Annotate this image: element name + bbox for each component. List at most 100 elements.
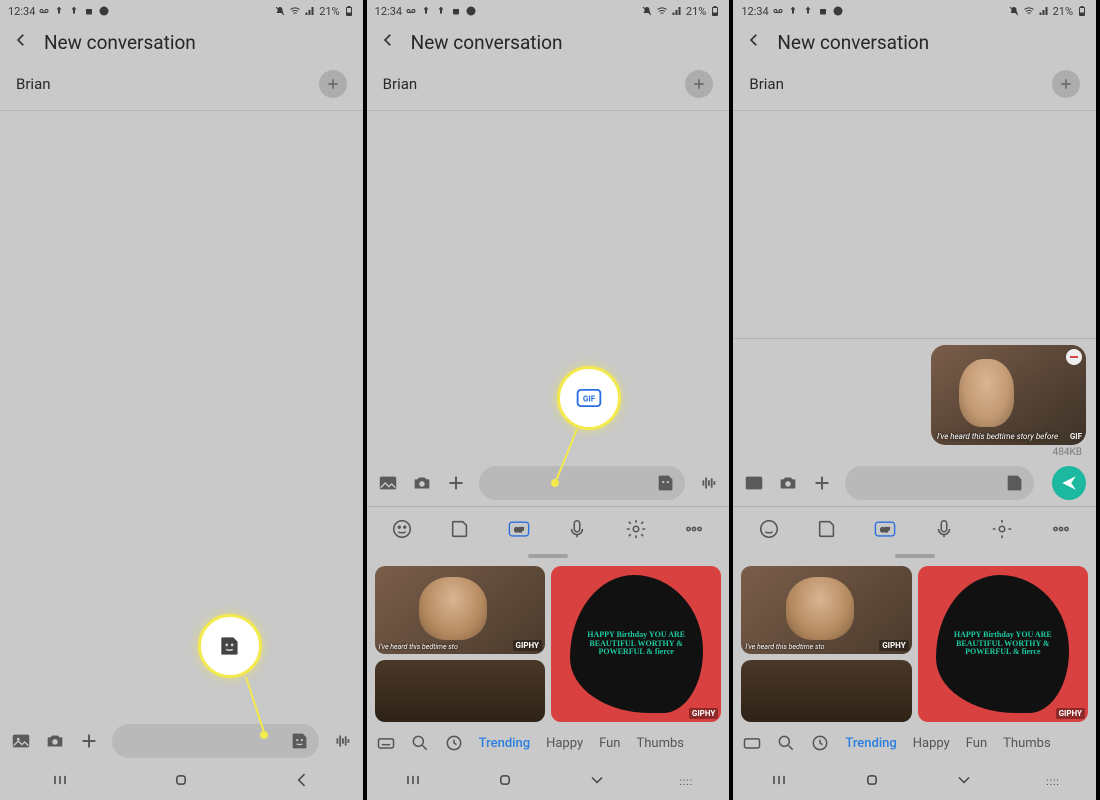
message-input[interactable] xyxy=(112,724,319,758)
recipient-name[interactable]: Brian xyxy=(383,75,418,93)
status-bar: 12:34 21% xyxy=(367,0,730,22)
search-icon[interactable] xyxy=(773,733,799,753)
sticker-tab[interactable] xyxy=(447,516,473,542)
svg-text:GIF: GIF xyxy=(514,525,524,533)
gif-result-3[interactable] xyxy=(375,660,545,722)
input-bar xyxy=(733,460,1096,506)
gallery-icon[interactable] xyxy=(743,472,765,494)
callout-dot xyxy=(260,731,268,739)
keyboard-handle[interactable] xyxy=(895,554,935,558)
callout-sticker xyxy=(198,614,262,678)
upload-icon xyxy=(802,5,814,17)
gif-cat-fun[interactable]: Fun xyxy=(962,736,991,751)
back-icon[interactable] xyxy=(12,31,30,53)
wifi-icon xyxy=(1023,5,1035,17)
nav-keyboard-hide[interactable] xyxy=(954,770,974,794)
camera-icon[interactable] xyxy=(44,730,66,752)
keyboard-switch-icon[interactable]: :::: xyxy=(1046,777,1060,788)
keyboard-toolbar: GIF xyxy=(733,506,1096,550)
back-icon[interactable] xyxy=(379,31,397,53)
mic-tab[interactable] xyxy=(931,516,957,542)
gif-result-3[interactable] xyxy=(741,660,911,722)
android-nav-bar xyxy=(0,764,363,800)
conversation-body xyxy=(733,111,1096,338)
gif-cat-thumbs[interactable]: Thumbs xyxy=(633,736,689,751)
voicemail-icon xyxy=(405,5,417,17)
giphy-badge: GIPHY xyxy=(1056,708,1085,719)
nav-home[interactable] xyxy=(862,770,882,794)
upload-icon xyxy=(787,5,799,17)
gif-result-2[interactable]: HAPPY Birthday YOU ARE BEAUTIFUL WORTHY … xyxy=(551,566,721,722)
gif-cat-trending[interactable]: Trending xyxy=(841,736,900,751)
wifi-icon xyxy=(656,5,668,17)
page-title: New conversation xyxy=(411,31,563,54)
status-bar: 12:34 21% xyxy=(733,0,1096,22)
keyboard-handle[interactable] xyxy=(528,554,568,558)
sticker-tab[interactable] xyxy=(814,516,840,542)
recent-icon[interactable] xyxy=(441,733,467,753)
gif-tab[interactable]: GIF xyxy=(872,516,898,542)
nav-home[interactable] xyxy=(495,770,515,794)
phone-panel-1: 12:34 21% New conversation Brian xyxy=(0,0,367,800)
nav-keyboard-hide[interactable] xyxy=(587,770,607,794)
android-icon xyxy=(817,5,829,17)
gif-tab[interactable]: GIF xyxy=(506,516,532,542)
nav-recents[interactable] xyxy=(403,770,423,794)
recipient-name[interactable]: Brian xyxy=(16,75,51,93)
voice-icon[interactable] xyxy=(331,730,353,752)
add-recipient-button[interactable] xyxy=(685,70,713,98)
spotify-icon xyxy=(465,5,477,17)
search-icon[interactable] xyxy=(407,733,433,753)
sticker-icon[interactable] xyxy=(655,472,677,494)
keyboard-icon[interactable] xyxy=(739,733,765,753)
gif-cat-fun[interactable]: Fun xyxy=(595,736,624,751)
gif-cat-thumbs[interactable]: Thumbs xyxy=(999,736,1055,751)
send-button[interactable] xyxy=(1052,466,1086,500)
app-header: New conversation xyxy=(0,22,363,62)
message-input[interactable] xyxy=(479,466,686,500)
keyboard-switch-icon[interactable]: :::: xyxy=(679,777,693,788)
camera-icon[interactable] xyxy=(411,472,433,494)
plus-icon[interactable] xyxy=(445,472,467,494)
emoji-tab[interactable] xyxy=(389,516,415,542)
android-icon xyxy=(450,5,462,17)
more-tab[interactable] xyxy=(681,516,707,542)
recent-icon[interactable] xyxy=(807,733,833,753)
remove-attachment-icon[interactable] xyxy=(1066,349,1082,365)
message-input[interactable] xyxy=(845,466,1034,500)
nav-recents[interactable] xyxy=(769,770,789,794)
voice-icon[interactable] xyxy=(697,472,719,494)
sticker-icon[interactable] xyxy=(1004,472,1026,494)
voicemail-icon xyxy=(38,5,50,17)
nav-back[interactable] xyxy=(292,770,312,794)
camera-icon[interactable] xyxy=(777,472,799,494)
spotify-icon xyxy=(98,5,110,17)
settings-tab[interactable] xyxy=(623,516,649,542)
recipient-name[interactable]: Brian xyxy=(749,75,784,93)
gif-result-2[interactable]: HAPPY Birthday YOU ARE BEAUTIFUL WORTHY … xyxy=(918,566,1088,722)
keyboard-icon[interactable] xyxy=(373,733,399,753)
more-tab[interactable] xyxy=(1048,516,1074,542)
gif-result-1[interactable]: I've heard this bedtime sto GIPHY xyxy=(375,566,545,654)
gallery-icon[interactable] xyxy=(10,730,32,752)
plus-icon[interactable] xyxy=(811,472,833,494)
gif-cat-happy[interactable]: Happy xyxy=(909,736,954,751)
gallery-icon[interactable] xyxy=(377,472,399,494)
add-recipient-button[interactable] xyxy=(1052,70,1080,98)
gif-cat-happy[interactable]: Happy xyxy=(542,736,587,751)
gif-cat-trending[interactable]: Trending xyxy=(475,736,534,751)
plus-icon[interactable] xyxy=(78,730,100,752)
mic-tab[interactable] xyxy=(564,516,590,542)
emoji-tab[interactable] xyxy=(756,516,782,542)
back-icon[interactable] xyxy=(745,31,763,53)
svg-text:GIF: GIF xyxy=(881,525,891,533)
nav-recents[interactable] xyxy=(50,770,70,794)
settings-tab[interactable] xyxy=(989,516,1015,542)
app-header: New conversation xyxy=(367,22,730,62)
conversation-body xyxy=(0,111,363,718)
nav-home[interactable] xyxy=(171,770,191,794)
attached-gif[interactable]: I've heard this bedtime story before GIF xyxy=(931,345,1086,445)
sticker-icon[interactable] xyxy=(289,730,311,752)
gif-result-1[interactable]: I've heard this bedtime sto GIPHY xyxy=(741,566,911,654)
add-recipient-button[interactable] xyxy=(319,70,347,98)
